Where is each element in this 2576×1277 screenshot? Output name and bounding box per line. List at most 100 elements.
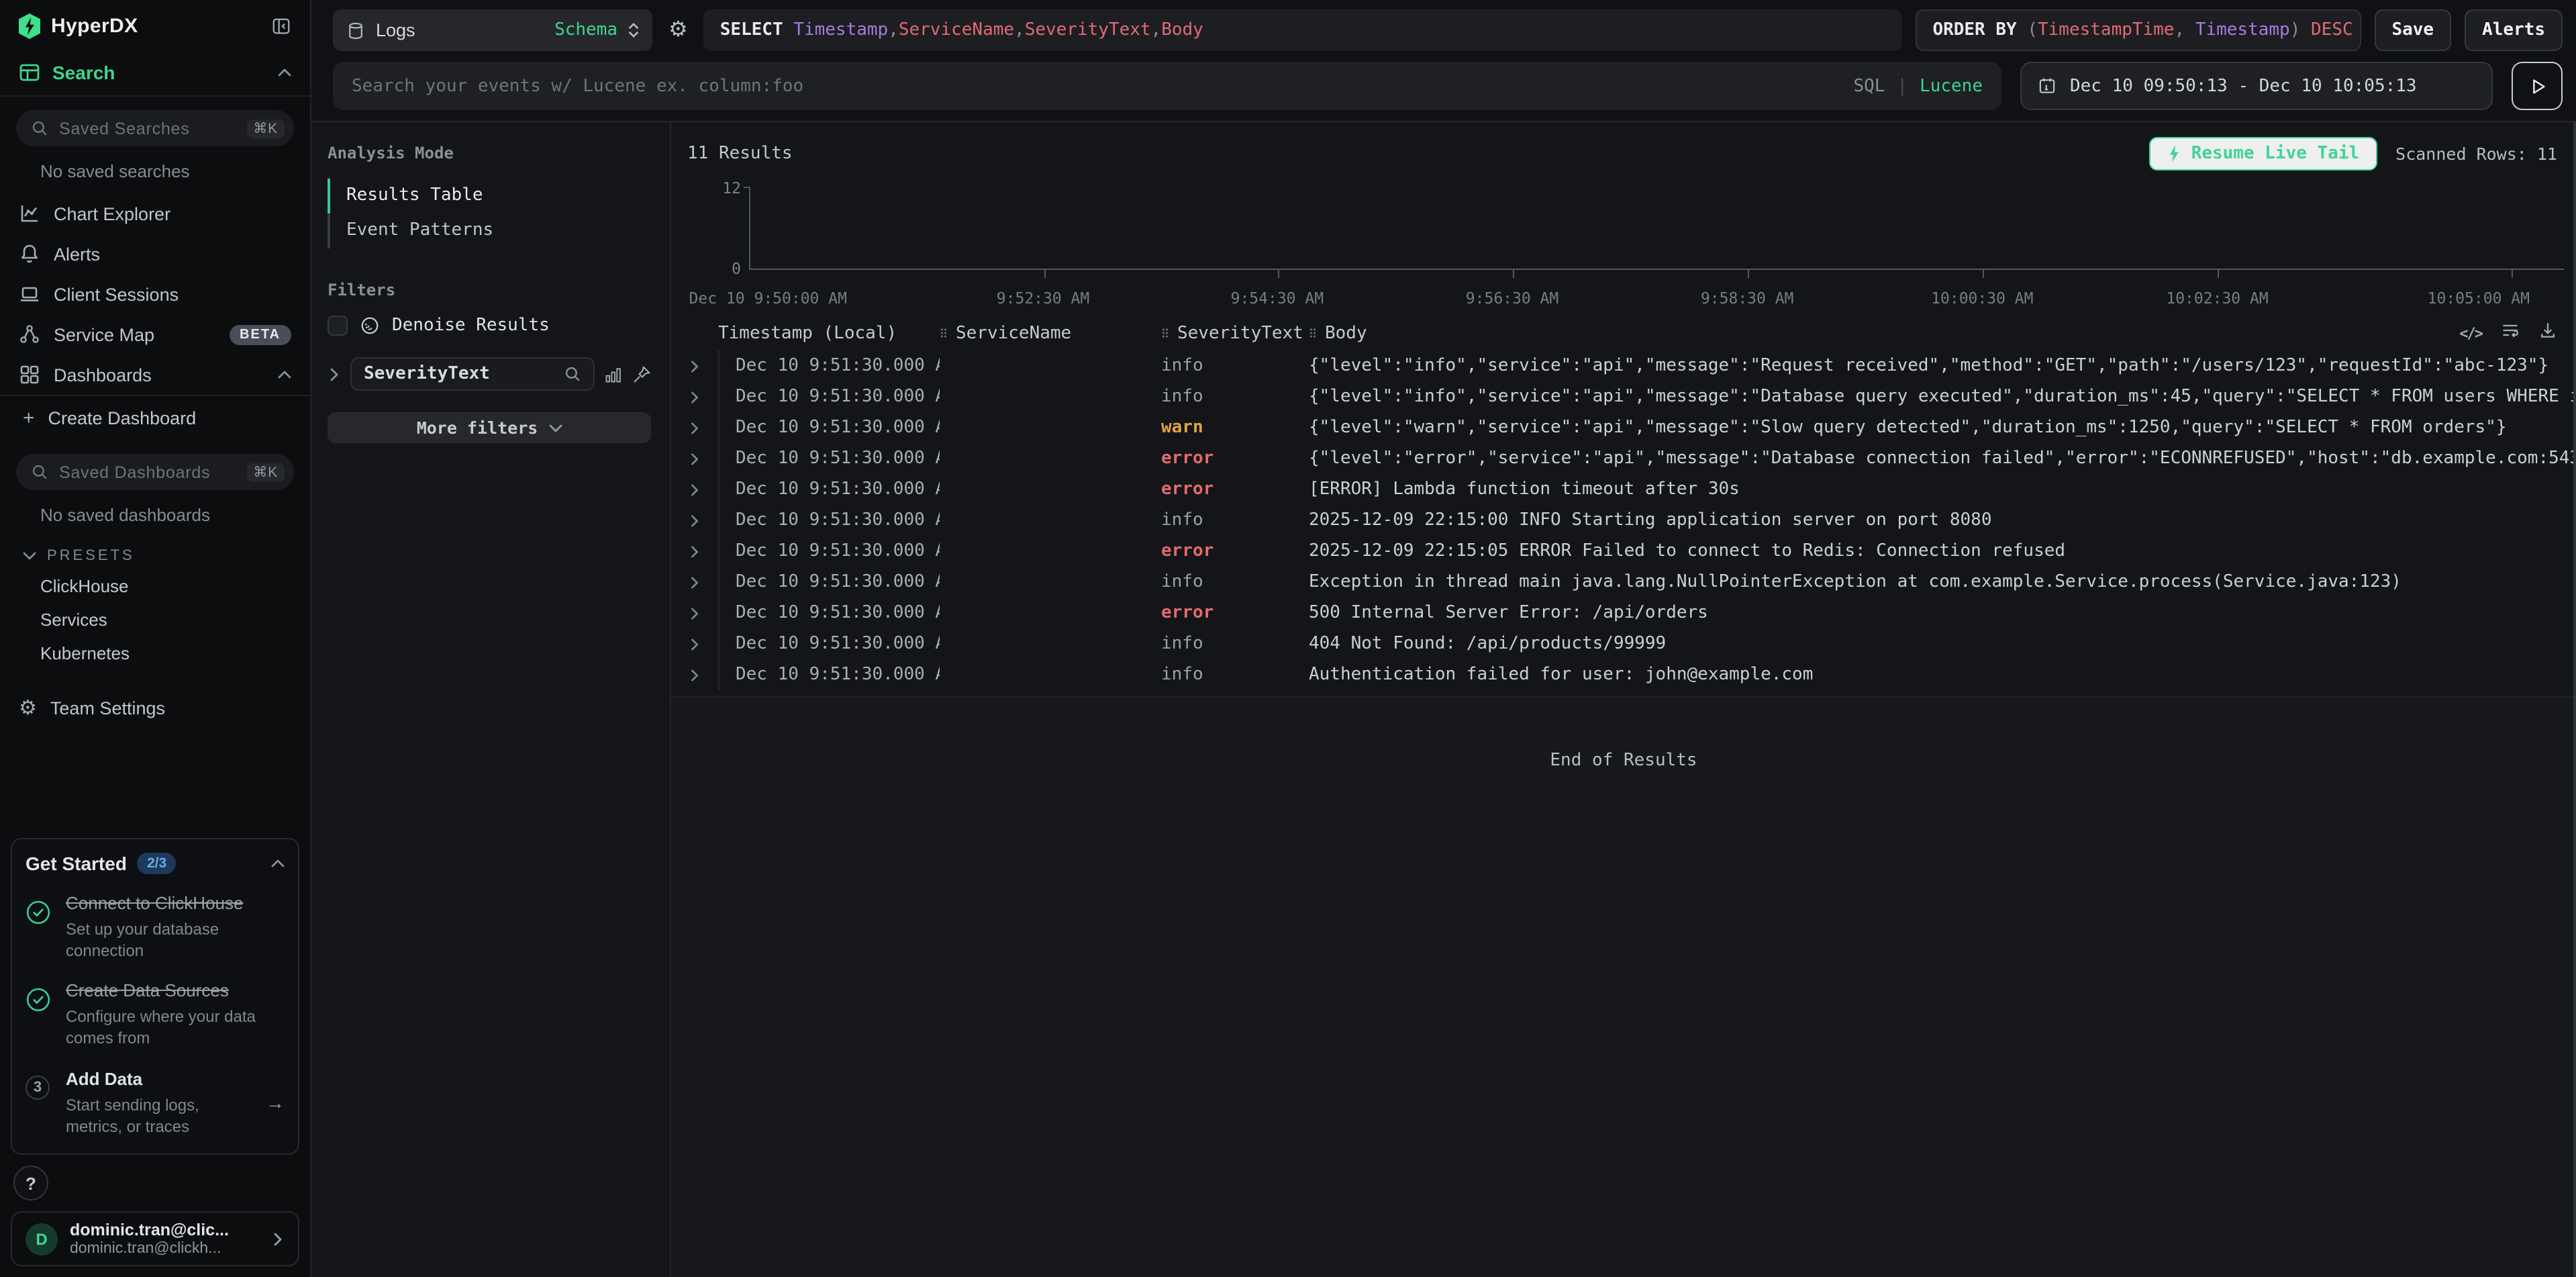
chevron-up-icon xyxy=(278,371,291,379)
expand-row-icon[interactable] xyxy=(691,669,699,681)
lucene-mode-toggle[interactable]: Lucene xyxy=(1920,76,1983,96)
mode-results-table[interactable]: Results Table xyxy=(328,179,651,214)
drag-grip-icon[interactable] xyxy=(1161,326,1169,340)
chevron-expand-icon[interactable] xyxy=(330,367,338,381)
get-started-step-sources[interactable]: Create Data Sources Configure where your… xyxy=(26,980,285,1050)
expand-row-icon[interactable] xyxy=(691,607,699,619)
more-filters-label: More filters xyxy=(417,418,538,438)
col-header-timestamp[interactable]: Timestamp (Local) xyxy=(718,323,940,343)
expand-row-icon[interactable] xyxy=(691,422,699,434)
table-row[interactable]: Dec 10 9:51:30.000 AMwarn{"level":"warn"… xyxy=(671,412,2576,443)
source-select[interactable]: Logs Schema xyxy=(333,9,652,51)
expand-row-icon[interactable] xyxy=(691,360,699,372)
select-query-text: SELECT Timestamp,ServiceName,SeverityTex… xyxy=(720,20,1203,40)
get-started-step-connect[interactable]: Connect to ClickHouse Set up your databa… xyxy=(26,892,285,962)
search-placeholder: Search your events w/ Lucene ex. column:… xyxy=(352,76,803,96)
alerts-button[interactable]: Alerts xyxy=(2465,9,2563,51)
kbd-shortcut: ⌘K xyxy=(246,463,285,481)
mode-divider: | xyxy=(1897,76,1908,96)
table-row[interactable]: Dec 10 9:51:30.000 AMerror500 Internal S… xyxy=(671,598,2576,628)
cell-body: 500 Internal Server Error: /api/orders xyxy=(1309,603,2576,623)
table-row[interactable]: Dec 10 9:51:30.000 AMerror[ERROR] Lambda… xyxy=(671,474,2576,505)
expand-row-icon[interactable] xyxy=(691,514,699,526)
sidebar-item-search[interactable]: Search xyxy=(0,50,310,95)
preset-kubernetes[interactable]: Kubernetes xyxy=(0,636,310,670)
filters-panel: Analysis Mode Results Table Event Patter… xyxy=(311,122,671,1277)
sidebar-item-chart-explorer[interactable]: Chart Explorer xyxy=(0,193,310,234)
sidebar-item-label: Chart Explorer xyxy=(54,203,170,224)
cell-body: 404 Not Found: /api/products/99999 xyxy=(1309,634,2576,654)
download-icon[interactable] xyxy=(2538,321,2557,345)
sidebar-item-client-sessions[interactable]: Client Sessions xyxy=(0,274,310,314)
preset-services[interactable]: Services xyxy=(0,603,310,636)
expand-row-icon[interactable] xyxy=(691,453,699,465)
drag-grip-icon[interactable] xyxy=(1309,326,1317,340)
expand-row-icon[interactable] xyxy=(691,576,699,588)
table-row[interactable]: Dec 10 9:51:30.000 AMinfo{"level":"info"… xyxy=(671,350,2576,381)
event-search-input[interactable]: Search your events w/ Lucene ex. column:… xyxy=(333,62,2001,110)
table-row[interactable]: Dec 10 9:51:30.000 AMerror{"level":"erro… xyxy=(671,443,2576,474)
select-query-input[interactable]: SELECT Timestamp,ServiceName,SeverityTex… xyxy=(704,9,1902,51)
pin-icon[interactable] xyxy=(632,365,651,383)
mode-event-patterns[interactable]: Event Patterns xyxy=(328,214,651,248)
col-header-body[interactable]: Body xyxy=(1309,323,2576,343)
table-row[interactable]: Dec 10 9:51:30.000 AMinfo{"level":"info"… xyxy=(671,381,2576,412)
run-query-button[interactable] xyxy=(2512,62,2563,110)
col-header-severitytext[interactable]: SeverityText xyxy=(1161,323,1309,343)
user-menu[interactable]: D dominic.tran@clic... dominic.tran@clic… xyxy=(11,1211,299,1266)
cell-timestamp: Dec 10 9:51:30.000 AM xyxy=(718,536,940,567)
main-area: Logs Schema ⚙ SELECT Timestamp,ServiceNa… xyxy=(311,0,2576,1277)
order-by-input[interactable]: ORDER BY (TimestampTime, Timestamp) DESC xyxy=(1915,9,2361,51)
resume-live-tail-button[interactable]: Resume Live Tail xyxy=(2150,137,2377,171)
table-row[interactable]: Dec 10 9:51:30.000 AMinfoException in th… xyxy=(671,567,2576,598)
presets-toggle[interactable]: PRESETS xyxy=(0,537,310,569)
preset-clickhouse[interactable]: ClickHouse xyxy=(0,569,310,603)
table-body: Dec 10 9:51:30.000 AMinfo{"level":"info"… xyxy=(671,350,2576,690)
table-row[interactable]: Dec 10 9:51:30.000 AMerror2025-12-09 22:… xyxy=(671,536,2576,567)
chart-filter-icon[interactable] xyxy=(604,365,623,383)
y-axis-min-label: 0 xyxy=(671,259,741,278)
sql-mode-toggle[interactable]: SQL xyxy=(1853,76,1885,96)
cell-timestamp: Dec 10 9:51:30.000 AM xyxy=(718,505,940,536)
expand-row-icon[interactable] xyxy=(691,638,699,650)
expand-row-icon[interactable] xyxy=(691,391,699,403)
source-settings-gear-icon[interactable]: ⚙ xyxy=(666,19,691,41)
app-root: HyperDX Search Saved Searches ⌘K No save… xyxy=(0,0,2576,1277)
sidebar-item-label: Alerts xyxy=(54,244,100,264)
create-dashboard-button[interactable]: + Create Dashboard xyxy=(0,396,310,440)
table-row[interactable]: Dec 10 9:51:30.000 AMinfo404 Not Found: … xyxy=(671,628,2576,659)
sidebar-item-dashboards[interactable]: Dashboards xyxy=(0,354,310,395)
drag-grip-icon[interactable] xyxy=(940,326,948,340)
code-icon[interactable]: </> xyxy=(2459,324,2482,342)
wrap-text-icon[interactable] xyxy=(2501,321,2520,345)
step-title: Create Data Sources xyxy=(66,981,229,1001)
filter-field-severitytext[interactable]: SeverityText xyxy=(350,357,595,391)
hyperdx-logo-icon xyxy=(19,13,40,39)
get-started-step-add-data[interactable]: 3 Add Data Start sending logs, metrics, … xyxy=(26,1067,285,1137)
col-header-servicename[interactable]: ServiceName xyxy=(940,323,1161,343)
cell-severity: info xyxy=(1161,665,1309,685)
sidebar-item-alerts[interactable]: Alerts xyxy=(0,234,310,274)
saved-dashboards-placeholder: Saved Dashboards xyxy=(59,463,210,481)
denoise-checkbox[interactable] xyxy=(328,316,348,336)
chevron-up-icon[interactable] xyxy=(271,859,285,867)
presets-label: PRESETS xyxy=(47,548,135,564)
cell-severity: error xyxy=(1161,448,1309,469)
saved-dashboards-input[interactable]: Saved Dashboards ⌘K xyxy=(16,454,294,490)
sidebar-item-service-map[interactable]: Service Map BETA xyxy=(0,314,310,354)
more-filters-button[interactable]: More filters xyxy=(328,412,651,443)
chart-plot[interactable] xyxy=(749,187,2564,270)
expand-row-icon[interactable] xyxy=(691,545,699,557)
table-row[interactable]: Dec 10 9:51:30.000 AMinfoAuthentication … xyxy=(671,659,2576,690)
database-icon xyxy=(346,21,365,40)
expand-row-icon[interactable] xyxy=(691,483,699,495)
collapse-sidebar-icon[interactable] xyxy=(271,16,291,36)
sidebar-item-team-settings[interactable]: ⚙ Team Settings xyxy=(0,689,310,728)
cell-timestamp: Dec 10 9:51:30.000 AM xyxy=(718,443,940,474)
save-button[interactable]: Save xyxy=(2374,9,2451,51)
table-row[interactable]: Dec 10 9:51:30.000 AMinfo2025-12-09 22:1… xyxy=(671,505,2576,536)
time-range-picker[interactable]: Dec 10 09:50:13 - Dec 10 10:05:13 xyxy=(2020,62,2493,110)
cell-severity: info xyxy=(1161,572,1309,592)
help-button[interactable]: ? xyxy=(13,1166,48,1200)
saved-searches-input[interactable]: Saved Searches ⌘K xyxy=(16,110,294,146)
